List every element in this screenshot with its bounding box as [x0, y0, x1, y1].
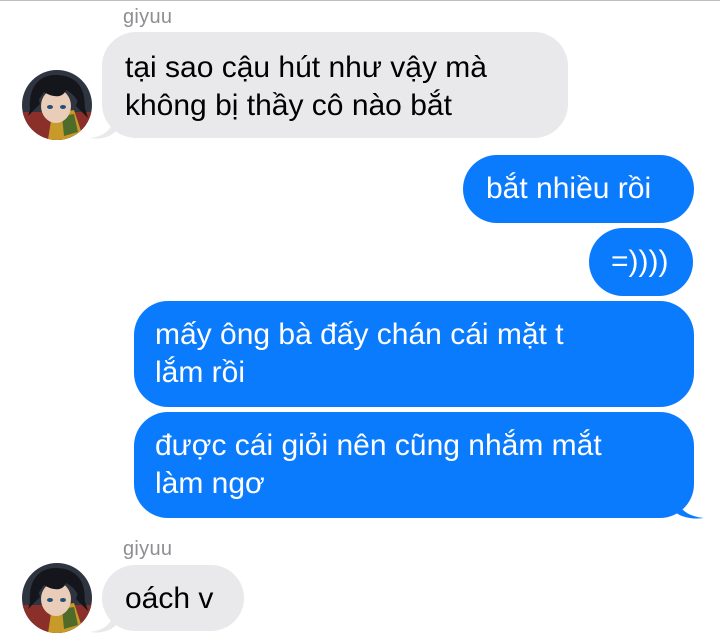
bubble-tail-incoming	[90, 112, 118, 139]
message-thread: giyuu tại sao cậu hút như vậy mà không b…	[0, 0, 720, 636]
avatar[interactable]	[22, 563, 92, 633]
bubble-tail-incoming	[90, 606, 118, 633]
message-line: tại sao cậu hút như vậy mà	[125, 51, 487, 84]
message-bubble-incoming[interactable]: oách v	[102, 565, 244, 631]
message-line: không bị thầy cô nào bắt	[125, 89, 452, 122]
sender-name: giyuu	[123, 538, 173, 560]
message-line: mấy ông bà đấy chán cái mặt t	[155, 318, 564, 351]
bubble-tail-outgoing	[672, 492, 704, 519]
message-bubble-outgoing[interactable]: =))))	[589, 228, 693, 296]
message-bubble-outgoing[interactable]: được cái giỏi nên cũng nhắm mắt làm ngơ	[134, 412, 694, 518]
message-bubble-outgoing[interactable]: mấy ông bà đấy chán cái mặt t lắm rồi	[134, 301, 694, 407]
anime-avatar-icon	[22, 563, 92, 633]
message-line: được cái giỏi nên cũng nhắm mắt	[155, 429, 602, 462]
sender-name: giyuu	[123, 6, 173, 28]
message-line: oách v	[125, 582, 214, 615]
message-line: làm ngơ	[155, 467, 265, 500]
top-divider	[0, 0, 720, 1]
anime-avatar-icon	[22, 70, 92, 140]
message-line: =))))	[611, 245, 669, 278]
message-bubble-incoming[interactable]: tại sao cậu hút như vậy mà không bị thầy…	[102, 32, 568, 138]
avatar[interactable]	[22, 70, 92, 140]
message-line: bắt nhiều rồi	[486, 172, 652, 205]
message-bubble-outgoing[interactable]: bắt nhiều rồi	[463, 155, 694, 223]
message-line: lắm rồi	[155, 356, 246, 389]
